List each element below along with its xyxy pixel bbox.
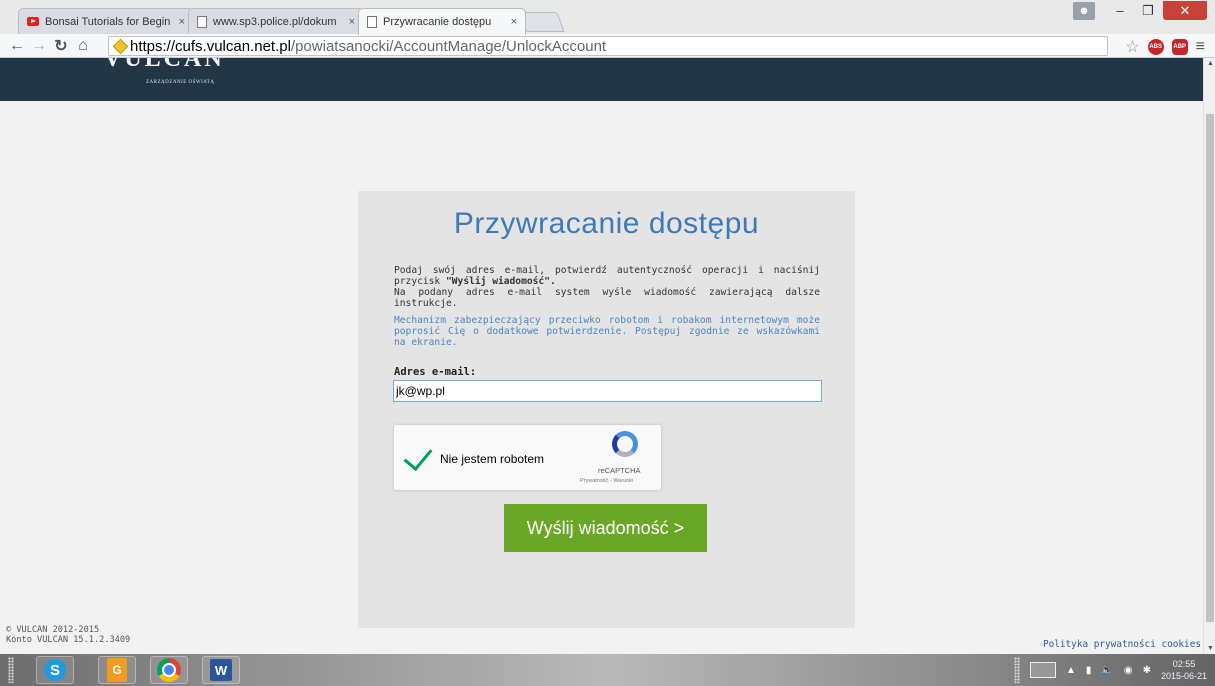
tab-bonsai-tutorials[interactable]: Bonsai Tutorials for Begin ×	[18, 8, 194, 34]
audio-icon[interactable]: ◉	[1124, 665, 1133, 676]
copyright: © VULCAN 2012-2015	[6, 625, 100, 635]
hamburger-menu-icon[interactable]: ≡	[1196, 38, 1205, 56]
keyboard-icon[interactable]	[1029, 662, 1056, 678]
page-scrollbar[interactable]: ▲ ▼	[1203, 58, 1215, 654]
email-label: Adres e-mail:	[394, 366, 477, 378]
tab-title: Bonsai Tutorials for Begin	[45, 15, 171, 28]
url-path: /powiatsanocki/AccountManage/UnlockAccou…	[290, 37, 607, 55]
email-input[interactable]	[393, 380, 822, 402]
scroll-thumb[interactable]	[1206, 114, 1214, 622]
version: Konto VULCAN 15.1.2.3409	[6, 635, 131, 645]
system-clock[interactable]: 02:55 2015-06-21	[1161, 658, 1207, 682]
instructions-line2: Na podany adres e-mail system wyśle wiad…	[394, 287, 820, 309]
word-icon: W	[210, 659, 232, 681]
network-signal-icon[interactable]: ▮	[1086, 665, 1092, 676]
close-icon[interactable]: ×	[179, 16, 185, 28]
pdf-creator-icon: G	[107, 658, 127, 682]
taskbar-grip	[8, 657, 14, 683]
taskbar-chrome[interactable]	[150, 656, 188, 684]
captcha-note: Mechanizm zabezpieczający przeciwko robo…	[394, 315, 820, 348]
footer-info: © VULCAN 2012-2015 Konto VULCAN 15.1.2.3…	[6, 625, 130, 645]
tab-przywracanie-dostepu[interactable]: Przywracanie dostępu ×	[358, 8, 526, 35]
close-icon[interactable]: ×	[349, 16, 355, 28]
reload-icon[interactable]: ↻	[50, 35, 72, 57]
instructions: Podaj swój adres e-mail, potwierdź auten…	[394, 265, 820, 309]
bookmark-star-icon[interactable]: ☆	[1125, 37, 1139, 57]
chrome-icon	[157, 658, 181, 682]
tab-police-document[interactable]: www.sp3.police.pl/dokum ×	[188, 8, 364, 34]
checkmark-icon[interactable]	[403, 440, 433, 472]
close-icon[interactable]: ×	[511, 16, 517, 28]
browser-tabstrip: Bonsai Tutorials for Begin × www.sp3.pol…	[0, 0, 1215, 35]
recaptcha-widget[interactable]: Nie jestem robotem reCAPTCHA Prywatność …	[393, 424, 662, 491]
browser-toolbar: ← → ↻ ⌂ https://cufs.vulcan.net.pl /powi…	[0, 34, 1215, 58]
scroll-up-arrow-icon[interactable]: ▲	[1207, 60, 1214, 67]
vulcan-logo[interactable]: VULCAN	[104, 58, 225, 73]
adblock-plus-extension-icon[interactable]: ABP	[1171, 39, 1188, 55]
toolbar-right: ☆ ABS ABP ≡	[1125, 37, 1205, 57]
taskbar-pdf-creator[interactable]: G	[98, 656, 136, 684]
url-host: https://cufs.vulcan.net.pl	[130, 37, 291, 55]
send-message-button[interactable]: Wyślij wiadomość >	[504, 504, 707, 552]
clock-time: 02:55	[1172, 659, 1196, 669]
tray-grip	[1013, 657, 1020, 683]
document-icon	[197, 15, 207, 28]
recaptcha-brand: reCAPTCHA	[598, 466, 641, 475]
page-title: Przywracanie dostępu	[453, 207, 760, 240]
taskbar-word[interactable]: W	[202, 656, 240, 684]
windows-taskbar: S G W ▲ ▮ 🔈 ◉ ✱ 02:55 2015-06-21	[0, 654, 1215, 686]
home-icon[interactable]: ⌂	[72, 35, 94, 57]
volume-icon[interactable]: 🔈	[1101, 665, 1113, 676]
tab-title: www.sp3.police.pl/dokum	[213, 15, 337, 28]
youtube-icon	[27, 17, 39, 26]
tab-title: Przywracanie dostępu	[383, 16, 492, 28]
forward-arrow-icon[interactable]: →	[28, 35, 50, 57]
new-tab-button[interactable]	[519, 12, 565, 32]
system-tray: ▲ ▮ 🔈 ◉ ✱ 02:55 2015-06-21	[1013, 654, 1215, 686]
instructions-button-name: "Wyślij wiadomość".	[446, 276, 556, 287]
logo-tagline: ZARZĄDZANIE OŚWIATĄ	[146, 80, 215, 85]
show-hidden-icons-icon[interactable]: ▲	[1066, 665, 1076, 676]
document-icon	[367, 16, 377, 28]
bluetooth-icon[interactable]: ✱	[1143, 665, 1151, 676]
captcha-label: Nie jestem robotem	[440, 452, 545, 466]
unlock-account-card: Przywracanie dostępu Podaj swój adres e-…	[358, 191, 855, 628]
recaptcha-logo-icon	[612, 431, 638, 457]
recaptcha-terms-link[interactable]: Prywatność - Warunki	[580, 478, 633, 484]
user-icon[interactable]: ☻	[1073, 1, 1095, 20]
privacy-cookies-link[interactable]: Polityka prywatności cookies	[1043, 639, 1201, 650]
warning-lock-icon	[112, 38, 129, 54]
site-header: VULCAN ZARZĄDZANIE OŚWIATĄ	[0, 58, 1203, 101]
scroll-down-arrow-icon[interactable]: ▼	[1207, 645, 1214, 652]
clock-date: 2015-06-21	[1160, 671, 1207, 681]
taskbar-skype[interactable]: S	[36, 656, 74, 684]
close-window-icon[interactable]: ✕	[1163, 1, 1207, 20]
web-page: VULCAN ZARZĄDZANIE OŚWIATĄ Przywracanie …	[0, 58, 1203, 654]
restore-icon[interactable]: ❐	[1135, 2, 1161, 20]
window-controls: ☻ – ❐ ✕	[1073, 1, 1207, 20]
minimize-icon[interactable]: –	[1107, 2, 1133, 20]
back-arrow-icon[interactable]: ←	[6, 35, 28, 57]
skype-icon: S	[44, 659, 66, 681]
adblock-extension-icon[interactable]: ABS	[1147, 39, 1164, 55]
address-bar[interactable]: https://cufs.vulcan.net.pl /powiatsanock…	[108, 36, 1108, 56]
